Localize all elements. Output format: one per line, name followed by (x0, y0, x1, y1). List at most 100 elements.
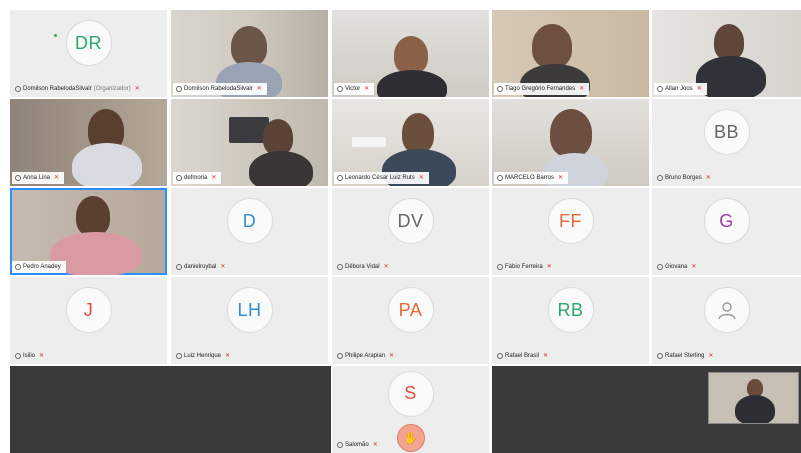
participant-tile[interactable]: BB Bruno Borges ✕ (652, 99, 801, 186)
user-silhouette-icon (717, 302, 736, 320)
microphone-icon (657, 353, 663, 359)
participant-role: (Organizador) (93, 86, 131, 92)
microphone-icon (657, 175, 663, 181)
video-feed (352, 137, 386, 147)
participant-name: Victor (345, 86, 361, 92)
participant-name: Fábio Ferreira (505, 264, 543, 270)
video-feed (394, 36, 428, 74)
muted-mic-icon: ✕ (389, 353, 395, 359)
participant-tile[interactable]: J Isilio ✕ (10, 277, 167, 364)
microphone-icon (657, 86, 663, 92)
microphone-icon (15, 353, 21, 359)
muted-mic-icon: ✕ (546, 264, 552, 270)
empty-video-area (10, 366, 331, 453)
avatar: FF (547, 198, 594, 245)
participant-name-label: Domilson RabelodaSilvalr (Organizador) ✕ (12, 83, 145, 95)
video-feed (714, 24, 744, 60)
microphone-icon (337, 353, 343, 359)
muted-mic-icon: ✕ (543, 353, 549, 359)
participant-name: Bruno Borges (665, 175, 702, 181)
microphone-icon (337, 442, 343, 448)
participant-tile[interactable]: RB Rafael Brasil ✕ (492, 277, 649, 364)
participant-name-label: Luiz Henrique ✕ (173, 350, 235, 362)
muted-mic-icon: ✕ (579, 86, 585, 92)
video-feed (377, 70, 447, 97)
avatar: J (65, 287, 112, 334)
participant-name-label: defmoria ✕ (173, 172, 222, 184)
muted-mic-icon: ✕ (691, 264, 697, 270)
participant-tile[interactable]: Anna Lina ✕ (10, 99, 167, 186)
muted-mic-icon: ✕ (372, 442, 378, 448)
microphone-icon (15, 86, 21, 92)
muted-mic-icon: ✕ (383, 264, 389, 270)
avatar: BB (703, 109, 750, 156)
video-feed (263, 119, 293, 155)
participant-tile[interactable]: defmoria ✕ (171, 99, 328, 186)
avatar: RB (547, 287, 594, 334)
video-feed (550, 109, 592, 157)
participant-name-label: Domilson RabelodaSilvalr ✕ (173, 83, 267, 95)
video-feed (76, 196, 110, 236)
participant-name-label: Giovana ✕ (654, 261, 701, 273)
participant-name-label: Rafael Brasil ✕ (494, 350, 553, 362)
participant-tile[interactable]: Victor ✕ (332, 10, 489, 97)
participant-name: defmoria (184, 175, 208, 181)
participant-name: Rafael Brasil (505, 353, 540, 359)
raise-hand-icon: ✋ (396, 424, 425, 452)
muted-mic-icon: ✕ (364, 86, 370, 92)
microphone-icon (176, 264, 182, 270)
muted-mic-icon: ✕ (256, 86, 262, 92)
participant-tile[interactable]: DR Domilson RabelodaSilvalr (Organizador… (10, 10, 167, 97)
participant-tile[interactable]: Tiago Gregório Fernandes ✕ (492, 10, 649, 97)
microphone-icon (15, 175, 21, 181)
participant-name-label: Tiago Gregório Fernandes ✕ (494, 83, 590, 95)
participant-name: Dêbora Vidal (345, 264, 380, 270)
participant-name-label: Pedro Anadey (12, 261, 66, 273)
avatar: LH (226, 287, 273, 334)
avatar: D (226, 198, 273, 245)
microphone-icon (15, 264, 21, 270)
participant-name-label: Leonardo César Luiz Ruts ✕ (334, 172, 429, 184)
participant-tile[interactable]: DV Dêbora Vidal ✕ (332, 188, 489, 275)
participant-name: Domilson RabelodaSilvalr (184, 86, 253, 92)
muted-mic-icon: ✕ (220, 264, 226, 270)
participant-name-label: Allan Joos ✕ (654, 83, 707, 95)
participant-name: Salomão (345, 442, 369, 448)
participant-name: Leonardo César Luiz Ruts (345, 175, 415, 181)
microphone-icon (337, 175, 343, 181)
participant-name: Giovana (665, 264, 688, 270)
participant-name-label: MARCELO Barros ✕ (494, 172, 569, 184)
participant-tile[interactable]: Rafael Sterling ✕ (652, 277, 801, 364)
participant-name-label: Rafael Sterling ✕ (654, 350, 718, 362)
participant-tile[interactable]: D danielruybal ✕ (171, 188, 328, 275)
microphone-icon (176, 353, 182, 359)
participant-name-label: Isilio ✕ (12, 350, 49, 362)
participant-tile[interactable]: Allan Joos ✕ (652, 10, 801, 97)
microphone-icon (497, 86, 503, 92)
participant-tile[interactable]: MARCELO Barros ✕ (492, 99, 649, 186)
self-view-video[interactable] (708, 372, 799, 424)
video-feed (231, 26, 267, 66)
avatar: DV (387, 198, 434, 245)
muted-mic-icon: ✕ (134, 86, 140, 92)
participant-name-label: Philipe Arapian ✕ (334, 350, 399, 362)
participant-name-label: Fábio Ferreira ✕ (494, 261, 557, 273)
participant-name: Anna Lina (23, 175, 51, 181)
participant-tile[interactable]: G Giovana ✕ (652, 188, 801, 275)
participant-tile[interactable]: Domilson RabelodaSilvalr ✕ (171, 10, 328, 97)
participant-tile[interactable]: FF Fábio Ferreira ✕ (492, 188, 649, 275)
participant-name: MARCELO Barros (505, 175, 555, 181)
participant-tile[interactable]: S ✋ Salomão ✕ (332, 366, 489, 453)
participant-tile[interactable]: LH Luiz Henrique ✕ (171, 277, 328, 364)
participant-tile[interactable]: PA Philipe Arapian ✕ (332, 277, 489, 364)
muted-mic-icon: ✕ (211, 175, 217, 181)
speaking-indicator (54, 34, 57, 37)
participant-name: Domilson RabelodaSilvalr (23, 86, 92, 92)
microphone-icon (497, 264, 503, 270)
muted-mic-icon: ✕ (558, 175, 564, 181)
participant-name-label: Dêbora Vidal ✕ (334, 261, 394, 273)
participant-tile-active-speaker[interactable]: Pedro Anadey (10, 188, 167, 275)
participant-tile[interactable]: Leonardo César Luiz Ruts ✕ (332, 99, 489, 186)
microphone-icon (497, 353, 503, 359)
participant-name: Tiago Gregório Fernandes (505, 86, 576, 92)
